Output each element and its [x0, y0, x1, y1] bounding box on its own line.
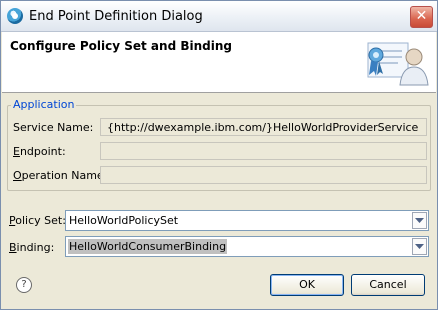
application-legend: Application	[11, 98, 77, 111]
cancel-button[interactable]: Cancel	[351, 274, 425, 296]
operation-name-field[interactable]	[100, 166, 427, 184]
dialog-window: End Point Definition Dialog ✕ Configure …	[0, 0, 438, 310]
operation-label-text: peration Name:	[21, 169, 108, 182]
policy-set-select[interactable]: HelloWorldPolicySet	[65, 210, 429, 231]
endpoint-label-text: ndpoint:	[19, 145, 66, 158]
endpoint-accel: E	[13, 145, 20, 158]
service-name-field: {http://dwexample.ibm.com/}HelloWorldPro…	[100, 118, 427, 136]
policy-set-value: HelloWorldPolicySet	[69, 214, 179, 227]
close-button[interactable]: ✕	[410, 6, 433, 28]
operation-name-label: Operation Name:	[13, 169, 107, 182]
window-title: End Point Definition Dialog	[29, 9, 203, 24]
binding-select[interactable]: HelloWorldConsumerBinding	[65, 236, 429, 257]
certificate-user-icon	[367, 42, 429, 86]
binding-value: HelloWorldConsumerBinding	[68, 239, 228, 254]
chevron-down-icon[interactable]	[412, 212, 427, 229]
endpoint-label: Endpoint:	[13, 145, 66, 158]
ok-button[interactable]: OK	[270, 274, 344, 296]
page-title: Configure Policy Set and Binding	[10, 39, 232, 53]
app-icon	[7, 8, 23, 24]
operation-accel: O	[13, 169, 22, 182]
binding-accel: B	[9, 241, 17, 254]
title-bar[interactable]: End Point Definition Dialog ✕	[1, 1, 437, 32]
binding-label-text: inding:	[16, 241, 55, 254]
help-icon[interactable]: ?	[16, 277, 32, 293]
binding-label: Binding:	[9, 241, 54, 254]
header-banner: Configure Policy Set and Binding	[2, 32, 436, 93]
chevron-down-icon[interactable]	[412, 238, 427, 255]
service-name-label: Service Name:	[13, 121, 94, 134]
policy-set-label: Policy Set:	[9, 214, 66, 227]
policy-set-label-text: olicy Set:	[15, 214, 66, 227]
endpoint-field[interactable]	[100, 142, 427, 160]
